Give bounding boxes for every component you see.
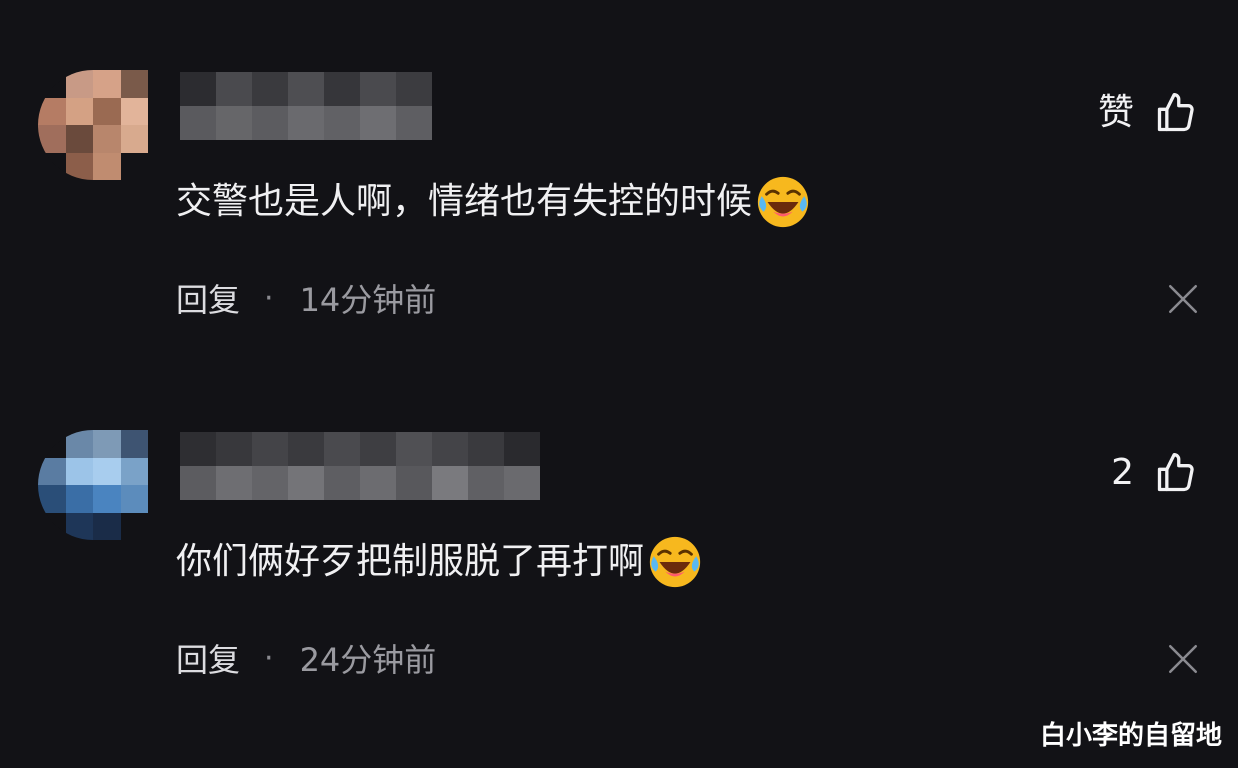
avatar-mosaic-pixel — [65, 70, 93, 98]
username-mosaic-pixel — [468, 466, 504, 500]
avatar-mosaic-pixel — [38, 512, 66, 540]
username-mosaic-pixel — [324, 466, 360, 500]
comment-meta: 回复 · 24分钟前 — [176, 630, 436, 686]
watermark-text: 白小李的自留地 — [1039, 721, 1222, 751]
username-mosaic-pixel — [324, 72, 360, 106]
avatar-mosaic-pixel — [38, 97, 66, 125]
close-icon[interactable] — [1166, 642, 1200, 676]
like-button[interactable]: 赞 — [1098, 88, 1198, 138]
reply-button[interactable]: 回复 — [176, 635, 240, 681]
username-mosaic-pixel — [180, 106, 216, 140]
username-mosaic-pixel — [504, 432, 540, 466]
username-mosaic-pixel — [324, 106, 360, 140]
timestamp: 14分钟前 — [299, 281, 437, 319]
avatar-mosaic-pixel — [93, 485, 121, 513]
avatar-mosaic-pixel — [120, 512, 148, 540]
avatar-mosaic-pixel — [120, 457, 148, 485]
close-icon[interactable] — [1166, 282, 1200, 316]
avatar-mosaic-pixel — [120, 430, 148, 458]
laughing-crying-emoji-icon — [649, 536, 701, 588]
username-mosaic-pixel — [180, 466, 216, 500]
avatar-mosaic-pixel — [93, 125, 121, 153]
separator-dot: · — [264, 640, 274, 676]
avatar-mosaic-pixel — [65, 152, 93, 180]
avatar-mosaic-pixel — [38, 70, 66, 98]
username-mosaic-pixel — [360, 432, 396, 466]
username-mosaic-pixel — [288, 106, 324, 140]
username-mosaic-pixel — [396, 432, 432, 466]
username-mosaic-pixel — [324, 432, 360, 466]
avatar[interactable] — [38, 430, 148, 540]
avatar-mosaic-pixel — [65, 430, 93, 458]
username-mosaic-pixel — [360, 466, 396, 500]
username-mosaic-pixel — [216, 106, 252, 140]
avatar-mosaic-pixel — [93, 97, 121, 125]
avatar-mosaic-pixel — [93, 512, 121, 540]
username-mosaic-pixel — [288, 432, 324, 466]
username-mosaic-pixel — [252, 106, 288, 140]
username-mosaic-pixel — [468, 432, 504, 466]
comment-meta: 回复 · 14分钟前 — [176, 270, 436, 326]
username-mosaic-pixel — [216, 466, 252, 500]
avatar-mosaic-pixel — [120, 125, 148, 153]
username-mosaic-pixel — [252, 466, 288, 500]
avatar-mosaic-pixel — [120, 70, 148, 98]
username-mosaic-pixel — [252, 432, 288, 466]
avatar-mosaic-pixel — [65, 512, 93, 540]
avatar-mosaic-pixel — [93, 152, 121, 180]
comment-item: 赞 交警也是人啊，情绪也有失控的时候 回复 · 14分钟前 — [0, 60, 1238, 360]
username-mosaic-pixel — [180, 432, 216, 466]
like-count: 赞 — [1097, 92, 1134, 133]
comment-section: 赞 交警也是人啊，情绪也有失控的时候 回复 · 14分钟前 2 你们俩好歹把制服… — [0, 0, 1238, 768]
avatar-mosaic-pixel — [65, 97, 93, 125]
reply-button[interactable]: 回复 — [176, 275, 240, 321]
username-mosaic-pixel — [360, 72, 396, 106]
avatar-mosaic-pixel — [93, 70, 121, 98]
separator-dot: · — [264, 280, 274, 316]
avatar-mosaic-pixel — [120, 485, 148, 513]
avatar-mosaic-pixel — [38, 125, 66, 153]
avatar-mosaic-pixel — [38, 430, 66, 458]
avatar-mosaic-pixel — [93, 430, 121, 458]
username-mosaic-pixel — [504, 466, 540, 500]
laughing-crying-emoji-icon — [757, 176, 809, 228]
avatar-mosaic-pixel — [120, 97, 148, 125]
username-mosaic-pixel — [180, 72, 216, 106]
username-blurred[interactable] — [180, 432, 540, 500]
thumbs-up-icon — [1157, 93, 1194, 132]
username-mosaic-pixel — [288, 72, 324, 106]
username-mosaic-pixel — [216, 72, 252, 106]
username-blurred[interactable] — [180, 72, 432, 140]
username-mosaic-pixel — [360, 106, 396, 140]
comment-text: 你们俩好歹把制服脱了再打啊 — [176, 541, 645, 582]
avatar-mosaic-pixel — [93, 457, 121, 485]
comment-item: 2 你们俩好歹把制服脱了再打啊 回复 · 24分钟前 — [0, 420, 1238, 720]
avatar-mosaic-pixel — [38, 457, 66, 485]
avatar-mosaic-pixel — [120, 152, 148, 180]
username-mosaic-pixel — [396, 72, 432, 106]
comment-body: 交警也是人啊，情绪也有失控的时候 — [176, 172, 812, 232]
avatar-mosaic-pixel — [38, 485, 66, 513]
username-mosaic-pixel — [288, 466, 324, 500]
avatar-mosaic-pixel — [38, 152, 66, 180]
username-mosaic-pixel — [432, 432, 468, 466]
avatar-mosaic-pixel — [65, 485, 93, 513]
comment-body: 你们俩好歹把制服脱了再打啊 — [176, 532, 704, 592]
like-count: 2 — [1111, 452, 1134, 493]
avatar-mosaic-pixel — [65, 125, 93, 153]
comment-text: 交警也是人啊，情绪也有失控的时候 — [176, 181, 753, 222]
username-mosaic-pixel — [216, 432, 252, 466]
like-button[interactable]: 2 — [1111, 448, 1198, 498]
username-mosaic-pixel — [396, 106, 432, 140]
username-mosaic-pixel — [396, 466, 432, 500]
timestamp: 24分钟前 — [299, 641, 437, 679]
avatar-mosaic-pixel — [65, 457, 93, 485]
username-mosaic-pixel — [432, 466, 468, 500]
avatar[interactable] — [38, 70, 148, 180]
username-mosaic-pixel — [252, 72, 288, 106]
thumbs-up-icon — [1157, 453, 1194, 492]
